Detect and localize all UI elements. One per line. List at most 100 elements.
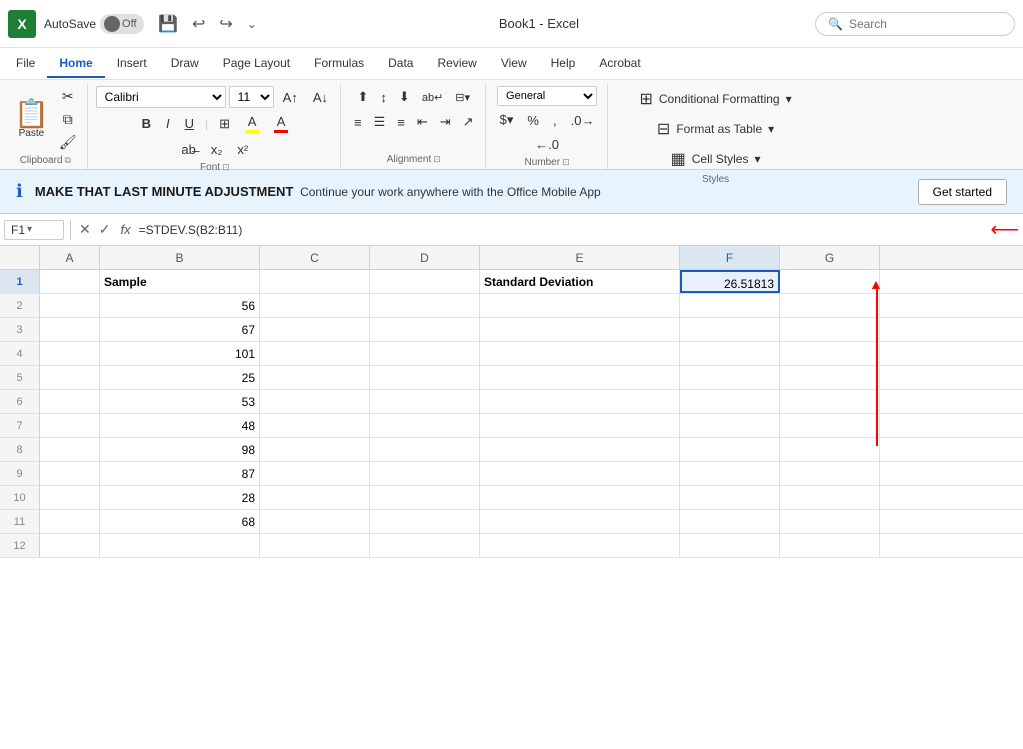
increase-indent-button[interactable]: ⇥ [435, 111, 456, 133]
cell-g11[interactable] [780, 510, 880, 533]
cell-f1[interactable]: 26.51813 [680, 270, 780, 293]
cell-d2[interactable] [370, 294, 480, 317]
format-painter-button[interactable]: 🖌 [55, 132, 81, 153]
cell-e11[interactable] [480, 510, 680, 533]
cell-e2[interactable] [480, 294, 680, 317]
tab-file[interactable]: File [4, 50, 47, 78]
cell-e1[interactable]: Standard Deviation [480, 270, 680, 293]
underline-button[interactable]: U [179, 113, 200, 134]
cell-a4[interactable] [40, 342, 100, 365]
conditional-formatting-button[interactable]: ⊞ Conditional Formatting ▾ [631, 86, 799, 112]
cell-g10[interactable] [780, 486, 880, 509]
col-header-g[interactable]: G [780, 246, 880, 269]
cell-e10[interactable] [480, 486, 680, 509]
redo-button[interactable]: ↪ [213, 10, 238, 38]
col-header-e[interactable]: E [480, 246, 680, 269]
cell-a1[interactable] [40, 270, 100, 293]
cell-f7[interactable] [680, 414, 780, 437]
tab-formulas[interactable]: Formulas [302, 50, 376, 78]
cell-d3[interactable] [370, 318, 480, 341]
cell-b2[interactable]: 56 [100, 294, 260, 317]
cell-g2[interactable] [780, 294, 880, 317]
search-box[interactable]: 🔍 [815, 12, 1015, 36]
cell-reference-box[interactable]: F1 ▾ [4, 220, 64, 240]
align-right-button[interactable]: ≡ [392, 112, 410, 133]
cell-c3[interactable] [260, 318, 370, 341]
formula-input[interactable]: =STDEV.S(B2:B11) [139, 223, 983, 237]
percent-button[interactable]: % [521, 110, 545, 131]
cell-c5[interactable] [260, 366, 370, 389]
tab-review[interactable]: Review [425, 50, 488, 78]
cell-f6[interactable] [680, 390, 780, 413]
format-as-table-button[interactable]: ⊟ Format as Table ▾ [649, 116, 782, 142]
cell-e12[interactable] [480, 534, 680, 557]
bold-button[interactable]: B [136, 113, 157, 134]
cell-e7[interactable] [480, 414, 680, 437]
cell-f3[interactable] [680, 318, 780, 341]
cell-a2[interactable] [40, 294, 100, 317]
cell-g9[interactable] [780, 462, 880, 485]
fill-color-button[interactable]: A [239, 111, 265, 136]
cell-c6[interactable] [260, 390, 370, 413]
cell-a10[interactable] [40, 486, 100, 509]
autosave-toggle[interactable]: Off [100, 14, 144, 34]
cell-g3[interactable] [780, 318, 880, 341]
cell-b12[interactable] [100, 534, 260, 557]
col-header-c[interactable]: C [260, 246, 370, 269]
cell-b3[interactable]: 67 [100, 318, 260, 341]
cell-e4[interactable] [480, 342, 680, 365]
italic-button[interactable]: I [160, 113, 176, 134]
cell-a6[interactable] [40, 390, 100, 413]
cell-a12[interactable] [40, 534, 100, 557]
cell-f4[interactable] [680, 342, 780, 365]
cell-d5[interactable] [370, 366, 480, 389]
cell-c8[interactable] [260, 438, 370, 461]
comma-button[interactable]: , [547, 110, 563, 131]
cell-b10[interactable]: 28 [100, 486, 260, 509]
cell-d11[interactable] [370, 510, 480, 533]
cell-f10[interactable] [680, 486, 780, 509]
tab-acrobat[interactable]: Acrobat [587, 50, 652, 78]
cell-b5[interactable]: 25 [100, 366, 260, 389]
cell-f8[interactable] [680, 438, 780, 461]
cell-d10[interactable] [370, 486, 480, 509]
cell-c10[interactable] [260, 486, 370, 509]
merge-center-button[interactable]: ⊟▾ [450, 88, 475, 107]
cell-f11[interactable] [680, 510, 780, 533]
confirm-formula-icon[interactable]: ✓ [97, 219, 113, 240]
cell-f9[interactable] [680, 462, 780, 485]
cell-g4[interactable] [780, 342, 880, 365]
decrease-decimal-button[interactable]: ←.0 [529, 134, 565, 155]
col-header-b[interactable]: B [100, 246, 260, 269]
subscript-button[interactable]: x₂ [205, 139, 229, 160]
orientation-button[interactable]: ↗ [458, 111, 479, 133]
font-size-select[interactable]: 11 [229, 86, 274, 108]
align-bottom-button[interactable]: ⬇ [394, 86, 415, 108]
strikethrough-button[interactable]: ab̶ [175, 139, 201, 160]
number-format-select[interactable]: General [497, 86, 597, 106]
banner-get-started-button[interactable]: Get started [918, 179, 1007, 205]
cell-d9[interactable] [370, 462, 480, 485]
cell-a7[interactable] [40, 414, 100, 437]
cell-e9[interactable] [480, 462, 680, 485]
cut-button[interactable]: ✂ [55, 86, 81, 107]
cell-c12[interactable] [260, 534, 370, 557]
cell-styles-button[interactable]: ▦ Cell Styles ▾ [663, 146, 769, 172]
superscript-button[interactable]: x² [231, 139, 254, 160]
cell-b8[interactable]: 98 [100, 438, 260, 461]
tab-help[interactable]: Help [539, 50, 588, 78]
col-header-a[interactable]: A [40, 246, 100, 269]
cell-g12[interactable] [780, 534, 880, 557]
cell-c7[interactable] [260, 414, 370, 437]
accounting-format-button[interactable]: $▾ [494, 109, 520, 131]
align-left-button[interactable]: ≡ [349, 112, 367, 133]
cell-a5[interactable] [40, 366, 100, 389]
cell-d6[interactable] [370, 390, 480, 413]
cell-e3[interactable] [480, 318, 680, 341]
clipboard-expand-icon[interactable]: ⧉ [65, 155, 71, 166]
cell-b7[interactable]: 48 [100, 414, 260, 437]
copy-button[interactable]: ⧉ [55, 109, 81, 130]
tab-data[interactable]: Data [376, 50, 425, 78]
align-middle-button[interactable]: ↕ [375, 87, 392, 108]
number-expand-icon[interactable]: ⊡ [562, 157, 570, 168]
